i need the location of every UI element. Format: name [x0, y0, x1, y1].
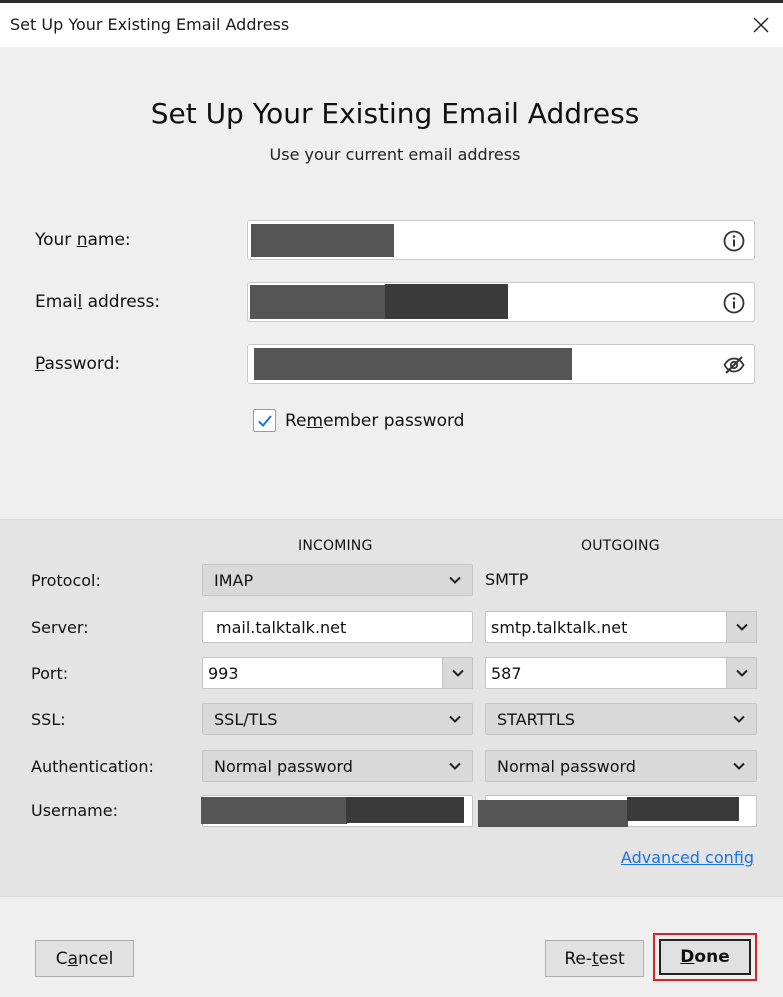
name-redaction — [251, 224, 394, 257]
outgoing-authentication-select[interactable]: Normal password — [485, 750, 757, 782]
outgoing-port-combo[interactable]: 587 — [485, 657, 757, 689]
chevron-down-icon — [735, 669, 748, 677]
protocol-label: Protocol: — [31, 571, 101, 590]
outgoing-username-input[interactable] — [478, 795, 757, 827]
email-field[interactable] — [247, 282, 755, 322]
remember-password-row: Remember password — [253, 409, 464, 432]
outgoing-authentication-value: Normal password — [497, 756, 636, 776]
server-config-panel: INCOMING OUTGOING Protocol: IMAP SMTP Se… — [0, 519, 783, 897]
password-field[interactable] — [247, 344, 755, 384]
info-icon[interactable] — [722, 229, 746, 253]
chevron-down-icon — [451, 669, 464, 677]
incoming-username-redaction-b — [346, 797, 464, 823]
check-icon — [257, 414, 272, 427]
incoming-username-input[interactable] — [201, 795, 473, 827]
outgoing-server-value: smtp.talktalk.net — [491, 617, 628, 637]
advanced-config-link[interactable]: Advanced config — [621, 848, 754, 867]
chevron-down-icon — [449, 762, 461, 770]
outgoing-port-value: 587 — [491, 663, 522, 683]
chevron-down-icon — [733, 762, 745, 770]
name-label: Your name: — [35, 230, 131, 250]
incoming-username-redaction-a — [201, 797, 347, 824]
outgoing-ssl-value: STARTTLS — [497, 709, 575, 729]
title-bar: Set Up Your Existing Email Address — [0, 3, 783, 47]
outgoing-protocol-value: SMTP — [485, 570, 529, 589]
incoming-ssl-select[interactable]: SSL/TLS — [202, 703, 473, 735]
outgoing-server-combo[interactable]: smtp.talktalk.net — [485, 611, 757, 643]
incoming-header: INCOMING — [298, 538, 373, 554]
outgoing-username-redaction-a — [478, 800, 628, 827]
page-subtitle: Use your current email address — [269, 145, 521, 164]
username-label: Username: — [31, 801, 118, 820]
incoming-port-combo[interactable]: 993 — [202, 657, 473, 689]
password-label: Password: — [35, 354, 121, 374]
outgoing-port-dropdown-button[interactable] — [726, 657, 757, 689]
dialog-body: Set Up Your Existing Email Address Use y… — [0, 47, 783, 997]
outgoing-header: OUTGOING — [581, 538, 660, 554]
outgoing-ssl-select[interactable]: STARTTLS — [485, 703, 757, 735]
incoming-port-dropdown-button[interactable] — [442, 657, 473, 689]
window-title: Set Up Your Existing Email Address — [10, 15, 290, 34]
page-title: Set Up Your Existing Email Address — [150, 97, 640, 130]
incoming-port-value: 993 — [208, 663, 239, 683]
close-icon — [753, 17, 769, 33]
server-label: Server: — [31, 618, 89, 637]
incoming-protocol-value: IMAP — [214, 570, 254, 590]
name-input[interactable] — [247, 220, 755, 260]
retest-button[interactable]: Re-t est — [545, 940, 644, 977]
incoming-server-value: mail.talktalk.net — [216, 617, 347, 637]
incoming-ssl-value: SSL/TLS — [214, 709, 278, 729]
incoming-server-input[interactable]: mail.talktalk.net — [202, 611, 473, 643]
info-icon[interactable] — [722, 291, 746, 315]
email-label: Email address: — [35, 292, 161, 312]
close-button[interactable] — [739, 3, 783, 47]
chevron-down-icon — [735, 623, 748, 631]
eye-slash-icon[interactable] — [722, 353, 746, 377]
chevron-down-icon — [449, 715, 461, 723]
port-label: Port: — [31, 664, 69, 683]
incoming-authentication-select[interactable]: Normal password — [202, 750, 473, 782]
email-redaction-a — [250, 285, 386, 319]
outgoing-username-redaction-b — [627, 797, 739, 821]
cancel-button[interactable]: Ca ncel — [35, 940, 134, 977]
authentication-label: Authentication: — [31, 757, 154, 776]
incoming-authentication-value: Normal password — [214, 756, 353, 776]
chevron-down-icon — [449, 576, 461, 584]
remember-password-label[interactable]: Remember password — [285, 411, 464, 431]
remember-password-checkbox[interactable] — [253, 409, 276, 432]
outgoing-server-dropdown-button[interactable] — [726, 611, 757, 643]
done-button[interactable]: Done — [659, 939, 751, 975]
password-redaction — [254, 348, 572, 380]
incoming-protocol-select[interactable]: IMAP — [202, 564, 473, 596]
done-button-highlight: Done — [653, 933, 757, 981]
email-redaction-b — [385, 284, 508, 319]
chevron-down-icon — [733, 715, 745, 723]
ssl-label: SSL: — [31, 710, 66, 729]
